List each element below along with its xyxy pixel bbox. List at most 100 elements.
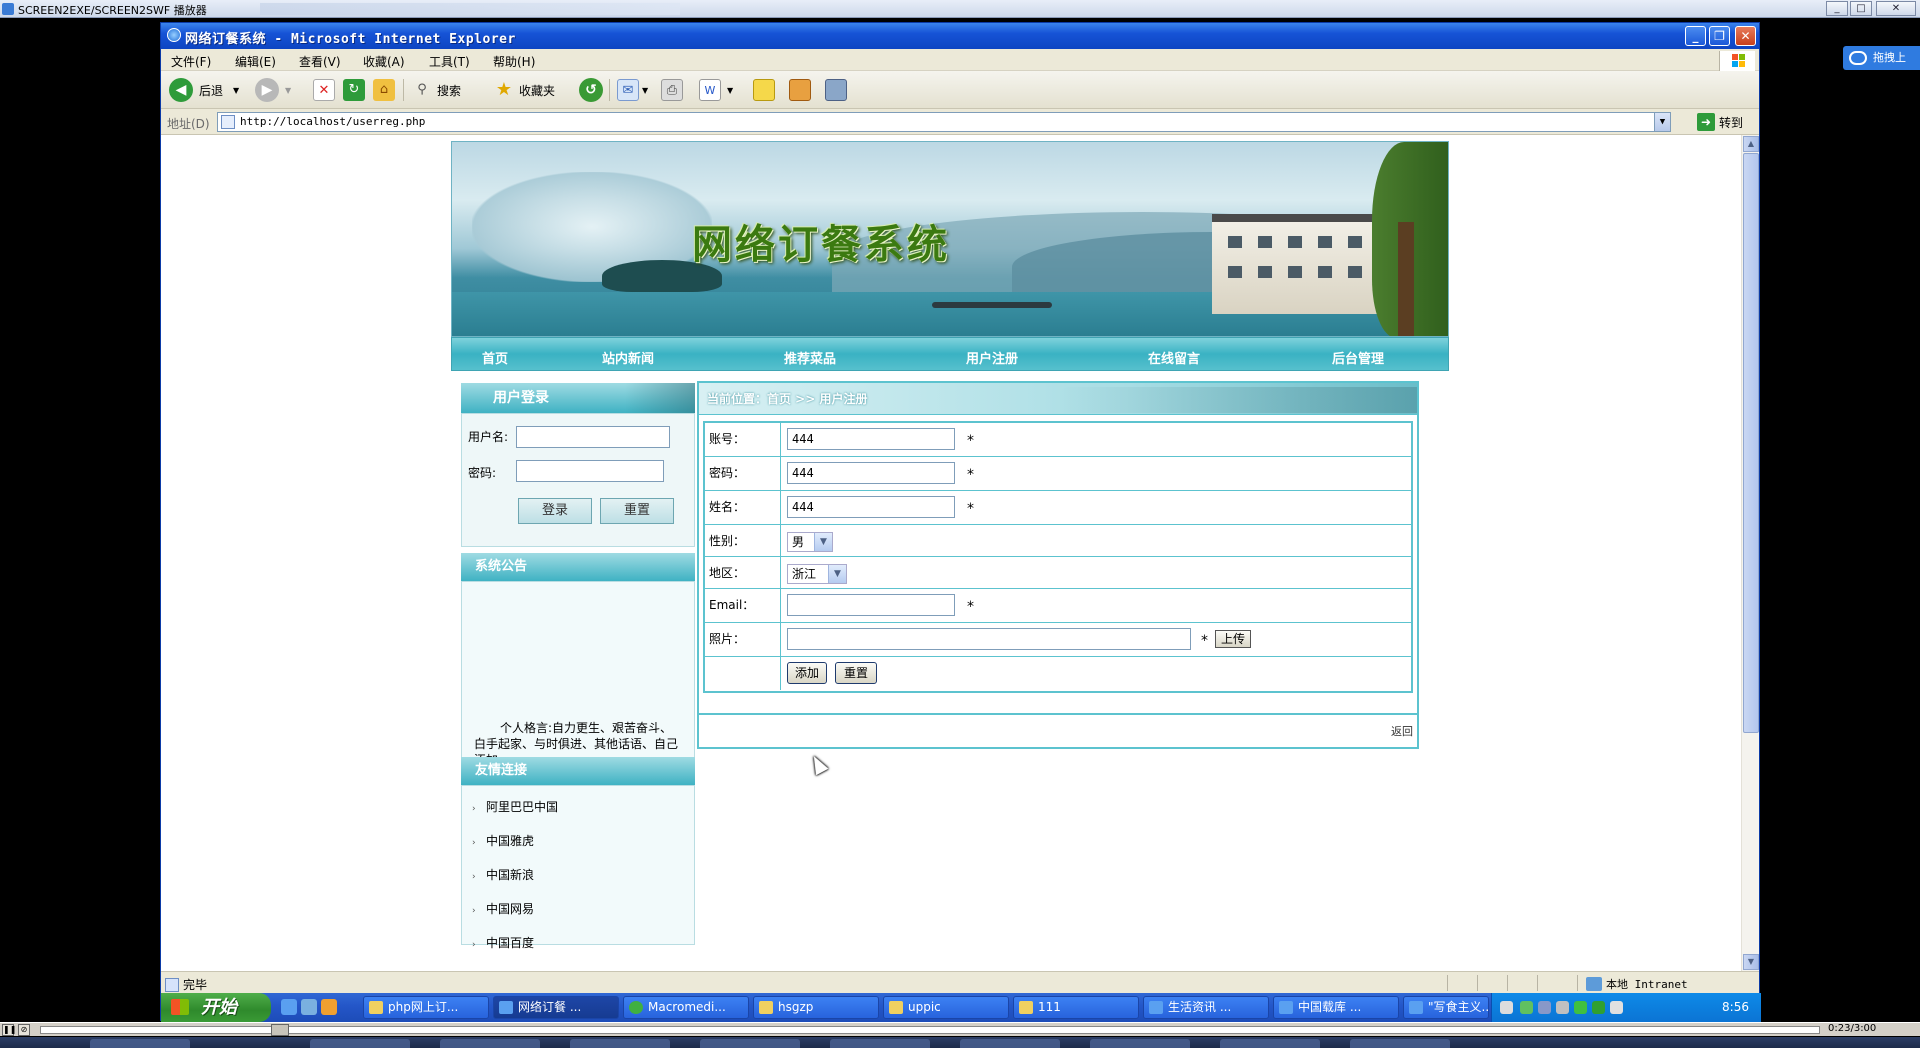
scroll-down-icon[interactable]: ▼ [1743,954,1759,970]
list-item[interactable]: › 中国百度 [472,934,534,951]
ie-status-bar: 完毕 本地 Intranet [161,971,1759,993]
cloud-icon [1849,51,1867,65]
email-field[interactable] [787,594,955,616]
volume-tray-icon[interactable] [1556,1001,1569,1014]
status-divider [1447,975,1448,991]
app-tray-icon[interactable] [1538,1001,1551,1014]
player-close-button[interactable]: ✕ [1876,1,1916,16]
name-input[interactable]: 444 [787,496,955,518]
region-label: 地区： [705,557,781,588]
player-maximize-button[interactable]: □ [1850,1,1872,16]
login-reset-button[interactable]: 重置 [600,498,674,524]
login-button[interactable]: 登录 [518,498,592,524]
username-input[interactable] [516,426,670,448]
favorites-button[interactable]: ★ 收藏夹 [493,78,555,102]
drag-upload-pill[interactable]: 拖拽上 [1843,46,1920,70]
task-button[interactable]: 中国载库 ... [1273,996,1399,1019]
back-dropdown-icon[interactable]: ▼ [233,86,239,95]
password-field-input[interactable]: 444 [787,462,955,484]
task-button[interactable]: 111 [1013,996,1139,1019]
messenger-button[interactable] [825,78,847,102]
required-mark: * [967,433,974,449]
player-minimize-button[interactable]: _ [1826,1,1848,16]
address-dropdown-icon[interactable]: ▼ [1654,112,1671,132]
edit-button[interactable]: W ▼ [699,78,733,102]
region-select[interactable]: 浙江 ▼ [787,564,847,584]
minimize-button[interactable]: _ [1685,26,1706,46]
photo-path-input[interactable] [787,628,1191,650]
device-tray-icon[interactable] [1610,1001,1623,1014]
list-item[interactable]: › 阿里巴巴中国 [472,798,558,815]
menu-file[interactable]: 文件(F) [171,53,211,70]
task-label: hsgzp [778,1000,814,1014]
upload-button[interactable]: 上传 [1215,630,1251,648]
link-label: 中国百度 [486,936,535,950]
desktop-quicklaunch-icon[interactable] [301,999,317,1015]
keyboard-tray-icon[interactable] [1500,1001,1513,1014]
task-button[interactable]: uppic [883,996,1009,1019]
search-button[interactable]: ⚲ 搜索 [411,78,461,102]
nav-admin[interactable]: 后台管理 [1332,348,1384,367]
seek-knob[interactable] [271,1024,289,1036]
update-tray-icon[interactable] [1574,1001,1587,1014]
research-button[interactable] [789,78,811,102]
seek-bar[interactable] [40,1024,1820,1036]
back-button[interactable]: ◀ 后退 ▼ [169,78,239,102]
scroll-thumb[interactable] [1743,153,1759,733]
list-item[interactable]: › 中国雅虎 [472,832,534,849]
nav-guestbook[interactable]: 在线留言 [1148,348,1200,367]
gender-select[interactable]: 男 ▼ [787,532,833,552]
menu-tools[interactable]: 工具(T) [429,53,470,70]
notice-heading-text: 系统公告 [475,559,528,574]
vertical-scrollbar[interactable]: ▲ ▼ [1741,135,1759,971]
discuss-button[interactable] [753,78,775,102]
task-button[interactable]: "写食主义... [1403,996,1489,1019]
nav-news[interactable]: 站内新闻 [602,348,654,367]
close-button[interactable]: ✕ [1735,26,1756,46]
print-button[interactable]: ⎙ [661,78,683,102]
shield-icon[interactable] [1592,1001,1605,1014]
list-item[interactable]: › 中国新浪 [472,866,534,883]
print-icon: ⎙ [661,79,683,101]
forward-button[interactable]: ▶ ▼ [255,78,291,102]
task-button[interactable]: 生活资讯 ... [1143,996,1269,1019]
refresh-button[interactable]: ↻ [343,78,365,102]
media-quicklaunch-icon[interactable] [321,999,337,1015]
network-tray-icon[interactable] [1520,1001,1533,1014]
pause-icon[interactable]: ❚❚ [2,1024,16,1036]
scroll-up-icon[interactable]: ▲ [1743,136,1759,152]
task-button[interactable]: 网络订餐 ... [493,996,619,1019]
task-button[interactable]: hsgzp [753,996,879,1019]
back-link[interactable]: 返回 [1391,723,1413,739]
home-button[interactable]: ⌂ [373,78,395,102]
nav-dishes[interactable]: 推荐菜品 [784,348,836,367]
mail-button[interactable]: ✉ ▼ [617,78,648,102]
stop-button[interactable]: ✕ [313,78,335,102]
nav-register[interactable]: 用户注册 [966,348,1018,367]
menu-favorites[interactable]: 收藏(A) [363,53,405,70]
start-button[interactable]: 开始 [161,993,271,1022]
history-button[interactable]: ↺ [579,78,603,102]
taskbar: 开始 php网上订... 网络订餐 ... Macromedi... hsgzp… [161,993,1761,1022]
status-divider [1507,975,1508,991]
stop-playback-icon[interactable]: ⊘ [18,1024,30,1036]
nav-home[interactable]: 首页 [482,348,508,367]
ie-title-bar: 网络订餐系统 - Microsoft Internet Explorer _ ❐… [161,23,1759,49]
ie-quicklaunch-icon[interactable] [281,999,297,1015]
list-item[interactable]: › 中国网易 [472,900,534,917]
account-input[interactable]: 444 [787,428,955,450]
task-button[interactable]: Macromedi... [623,996,749,1019]
menu-edit[interactable]: 编辑(E) [235,53,276,70]
menu-view[interactable]: 查看(V) [299,53,341,70]
toolbar-separator [403,79,404,101]
task-button[interactable]: php网上订... [363,996,489,1019]
form-reset-button[interactable]: 重置 [835,662,877,684]
go-button[interactable]: ➜ 转到 [1697,112,1743,132]
password-label: 密码: [468,466,497,480]
password-input[interactable] [516,460,664,482]
restore-button[interactable]: ❐ [1709,26,1730,46]
add-button[interactable]: 添加 [787,662,827,684]
address-input[interactable]: http://localhost/userreg.php ▼ [217,112,1671,132]
chevron-down-icon: ▼ [814,533,832,551]
menu-help[interactable]: 帮助(H) [493,53,535,70]
